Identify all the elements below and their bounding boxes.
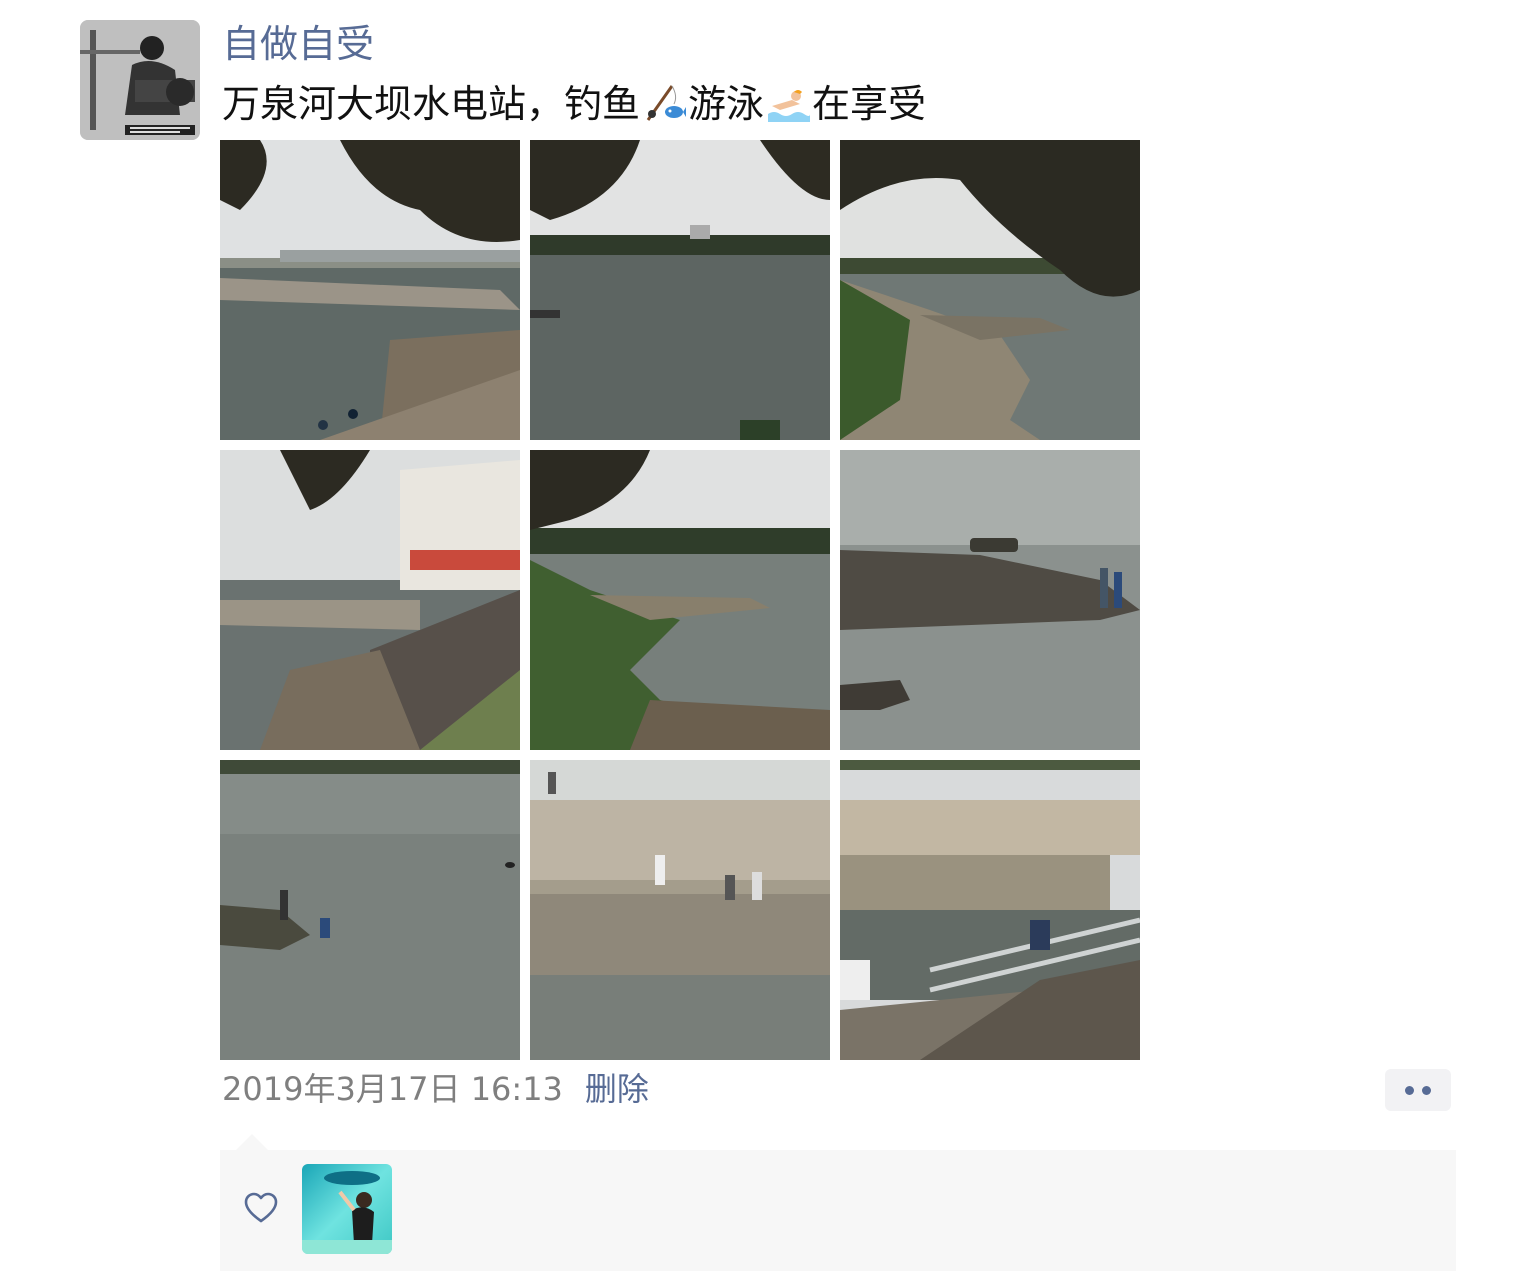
more-options-button[interactable] xyxy=(1385,1069,1451,1111)
photo-9[interactable] xyxy=(840,760,1140,1060)
likes-panel xyxy=(220,1150,1456,1271)
post-text: 万泉河大坝水电站，钓鱼 游泳 在享受 xyxy=(222,78,926,130)
photo-2[interactable] xyxy=(530,140,830,440)
photo-6[interactable] xyxy=(840,450,1140,750)
photo-5[interactable] xyxy=(530,450,830,750)
liker-avatar[interactable] xyxy=(302,1164,392,1254)
post-timestamp: 2019年3月17日 16:13 xyxy=(222,1070,563,1108)
author-avatar[interactable] xyxy=(80,20,200,140)
photo-1[interactable] xyxy=(220,140,520,440)
likes-pointer xyxy=(236,1134,268,1150)
post-meta: 2019年3月17日 16:13 删除 xyxy=(222,1066,649,1112)
heart-icon xyxy=(244,1192,278,1223)
post-text-part2: 游泳 xyxy=(688,82,765,126)
photo-8[interactable] xyxy=(530,760,830,1060)
more-dots-icon xyxy=(1405,1085,1414,1095)
swimming-icon xyxy=(766,82,811,126)
photo-4[interactable] xyxy=(220,450,520,750)
photo-7[interactable] xyxy=(220,760,520,1060)
delete-button[interactable]: 删除 xyxy=(585,1070,649,1108)
more-dots-icon xyxy=(1422,1085,1431,1095)
post-text-part3: 在享受 xyxy=(812,82,927,126)
post-text-part1: 万泉河大坝水电站，钓鱼 xyxy=(222,82,641,126)
photo-3[interactable] xyxy=(840,140,1140,440)
fishing-pole-icon xyxy=(642,82,687,126)
photo-grid xyxy=(220,140,1140,1060)
author-name[interactable]: 自做自受 xyxy=(222,18,374,70)
